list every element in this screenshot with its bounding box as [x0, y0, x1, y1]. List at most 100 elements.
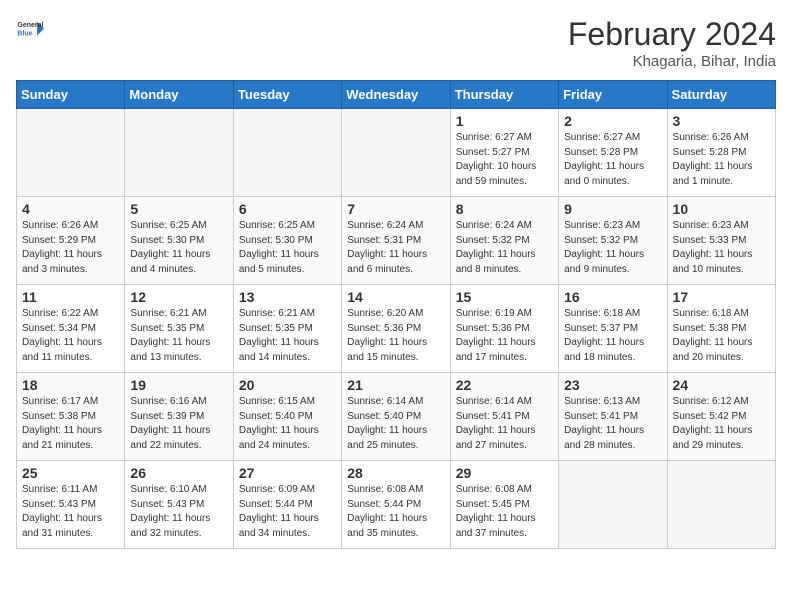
day-info: Sunrise: 6:17 AM Sunset: 5:38 PM Dayligh…	[22, 395, 119, 453]
day-info: Sunrise: 6:26 AM Sunset: 5:28 PM Dayligh…	[673, 131, 770, 189]
calendar-cell: 18 Sunrise: 6:17 AM Sunset: 5:38 PM Dayli…	[17, 373, 125, 461]
calendar-cell: 17 Sunrise: 6:18 AM Sunset: 5:38 PM Dayli…	[667, 285, 775, 373]
day-info: Sunrise: 6:18 AM Sunset: 5:38 PM Dayligh…	[673, 307, 770, 365]
day-number: 6	[239, 201, 336, 217]
day-number: 27	[239, 465, 336, 481]
day-number: 25	[22, 465, 119, 481]
calendar-cell	[342, 109, 450, 197]
calendar-cell: 22 Sunrise: 6:14 AM Sunset: 5:41 PM Dayli…	[450, 373, 558, 461]
logo: General Blue	[16, 16, 44, 44]
calendar-cell: 3 Sunrise: 6:26 AM Sunset: 5:28 PM Daylig…	[667, 109, 775, 197]
weekday-header-thursday: Thursday	[450, 81, 558, 109]
day-info: Sunrise: 6:20 AM Sunset: 5:36 PM Dayligh…	[347, 307, 444, 365]
day-info: Sunrise: 6:09 AM Sunset: 5:44 PM Dayligh…	[239, 483, 336, 541]
day-info: Sunrise: 6:11 AM Sunset: 5:43 PM Dayligh…	[22, 483, 119, 541]
calendar-cell: 8 Sunrise: 6:24 AM Sunset: 5:32 PM Daylig…	[450, 197, 558, 285]
calendar-cell: 25 Sunrise: 6:11 AM Sunset: 5:43 PM Dayli…	[17, 461, 125, 549]
svg-text:Blue: Blue	[17, 31, 32, 38]
location: Khagaria, Bihar, India	[568, 53, 776, 70]
calendar-cell: 19 Sunrise: 6:16 AM Sunset: 5:39 PM Dayli…	[125, 373, 233, 461]
day-info: Sunrise: 6:25 AM Sunset: 5:30 PM Dayligh…	[130, 219, 227, 277]
day-info: Sunrise: 6:14 AM Sunset: 5:41 PM Dayligh…	[456, 395, 553, 453]
day-info: Sunrise: 6:21 AM Sunset: 5:35 PM Dayligh…	[239, 307, 336, 365]
calendar-cell: 20 Sunrise: 6:15 AM Sunset: 5:40 PM Dayli…	[233, 373, 341, 461]
day-number: 7	[347, 201, 444, 217]
day-number: 18	[22, 377, 119, 393]
day-number: 1	[456, 113, 553, 129]
calendar-cell: 6Sunrise: 6:25 AM Sunset: 5:30 PM Daylig…	[233, 197, 341, 285]
day-number: 17	[673, 289, 770, 305]
calendar-cell: 15 Sunrise: 6:19 AM Sunset: 5:36 PM Dayli…	[450, 285, 558, 373]
calendar-cell: 28 Sunrise: 6:08 AM Sunset: 5:44 PM Dayli…	[342, 461, 450, 549]
day-info: Sunrise: 6:27 AM Sunset: 5:28 PM Dayligh…	[564, 131, 661, 189]
day-number: 21	[347, 377, 444, 393]
day-number: 19	[130, 377, 227, 393]
day-number: 29	[456, 465, 553, 481]
day-info: Sunrise: 6:23 AM Sunset: 5:33 PM Dayligh…	[673, 219, 770, 277]
calendar-week-5: 25 Sunrise: 6:11 AM Sunset: 5:43 PM Dayli…	[17, 461, 776, 549]
day-number: 2	[564, 113, 661, 129]
calendar-cell: 2 Sunrise: 6:27 AM Sunset: 5:28 PM Daylig…	[559, 109, 667, 197]
weekday-header-monday: Monday	[125, 81, 233, 109]
day-info: Sunrise: 6:24 AM Sunset: 5:32 PM Dayligh…	[456, 219, 553, 277]
day-number: 9	[564, 201, 661, 217]
day-info: Sunrise: 6:26 AM Sunset: 5:29 PM Dayligh…	[22, 219, 119, 277]
calendar-cell: 11 Sunrise: 6:22 AM Sunset: 5:34 PM Dayli…	[17, 285, 125, 373]
day-number: 11	[22, 289, 119, 305]
day-info: Sunrise: 6:21 AM Sunset: 5:35 PM Dayligh…	[130, 307, 227, 365]
calendar-cell	[233, 109, 341, 197]
day-number: 28	[347, 465, 444, 481]
calendar-cell: 16Sunrise: 6:18 AM Sunset: 5:37 PM Dayli…	[559, 285, 667, 373]
day-number: 5	[130, 201, 227, 217]
day-info: Sunrise: 6:12 AM Sunset: 5:42 PM Dayligh…	[673, 395, 770, 453]
calendar-cell	[17, 109, 125, 197]
day-info: Sunrise: 6:18 AM Sunset: 5:37 PM Dayligh…	[564, 307, 661, 365]
day-number: 15	[456, 289, 553, 305]
calendar-cell: 24 Sunrise: 6:12 AM Sunset: 5:42 PM Dayli…	[667, 373, 775, 461]
calendar-cell: 4Sunrise: 6:26 AM Sunset: 5:29 PM Daylig…	[17, 197, 125, 285]
calendar-cell: 13Sunrise: 6:21 AM Sunset: 5:35 PM Dayli…	[233, 285, 341, 373]
day-number: 12	[130, 289, 227, 305]
weekday-header-tuesday: Tuesday	[233, 81, 341, 109]
day-info: Sunrise: 6:16 AM Sunset: 5:39 PM Dayligh…	[130, 395, 227, 453]
month-year: February 2024	[568, 16, 776, 53]
day-number: 20	[239, 377, 336, 393]
day-info: Sunrise: 6:13 AM Sunset: 5:41 PM Dayligh…	[564, 395, 661, 453]
calendar-cell	[125, 109, 233, 197]
day-number: 14	[347, 289, 444, 305]
day-number: 8	[456, 201, 553, 217]
calendar-cell: 21 Sunrise: 6:14 AM Sunset: 5:40 PM Dayli…	[342, 373, 450, 461]
weekday-header-sunday: Sunday	[17, 81, 125, 109]
svg-text:General: General	[17, 22, 43, 29]
day-info: Sunrise: 6:22 AM Sunset: 5:34 PM Dayligh…	[22, 307, 119, 365]
calendar-cell: 27 Sunrise: 6:09 AM Sunset: 5:44 PM Dayli…	[233, 461, 341, 549]
day-info: Sunrise: 6:08 AM Sunset: 5:45 PM Dayligh…	[456, 483, 553, 541]
weekday-header-friday: Friday	[559, 81, 667, 109]
day-number: 26	[130, 465, 227, 481]
day-info: Sunrise: 6:19 AM Sunset: 5:36 PM Dayligh…	[456, 307, 553, 365]
calendar-week-1: 1 Sunrise: 6:27 AM Sunset: 5:27 PM Daylig…	[17, 109, 776, 197]
title-block: February 2024 Khagaria, Bihar, India	[568, 16, 776, 70]
calendar-cell: 29 Sunrise: 6:08 AM Sunset: 5:45 PM Dayli…	[450, 461, 558, 549]
day-number: 3	[673, 113, 770, 129]
day-number: 10	[673, 201, 770, 217]
day-info: Sunrise: 6:08 AM Sunset: 5:44 PM Dayligh…	[347, 483, 444, 541]
calendar-cell: 10 Sunrise: 6:23 AM Sunset: 5:33 PM Dayli…	[667, 197, 775, 285]
calendar-cell: 7 Sunrise: 6:24 AM Sunset: 5:31 PM Daylig…	[342, 197, 450, 285]
day-info: Sunrise: 6:15 AM Sunset: 5:40 PM Dayligh…	[239, 395, 336, 453]
logo-icon: General Blue	[16, 16, 44, 44]
day-info: Sunrise: 6:24 AM Sunset: 5:31 PM Dayligh…	[347, 219, 444, 277]
day-number: 22	[456, 377, 553, 393]
day-info: Sunrise: 6:14 AM Sunset: 5:40 PM Dayligh…	[347, 395, 444, 453]
calendar-cell	[667, 461, 775, 549]
day-info: Sunrise: 6:27 AM Sunset: 5:27 PM Dayligh…	[456, 131, 553, 189]
page-header: General Blue February 2024 Khagaria, Bih…	[16, 16, 776, 70]
day-info: Sunrise: 6:23 AM Sunset: 5:32 PM Dayligh…	[564, 219, 661, 277]
calendar-cell: 26Sunrise: 6:10 AM Sunset: 5:43 PM Dayli…	[125, 461, 233, 549]
calendar-cell: 9 Sunrise: 6:23 AM Sunset: 5:32 PM Daylig…	[559, 197, 667, 285]
calendar-cell: 5 Sunrise: 6:25 AM Sunset: 5:30 PM Daylig…	[125, 197, 233, 285]
day-number: 24	[673, 377, 770, 393]
calendar-week-4: 18 Sunrise: 6:17 AM Sunset: 5:38 PM Dayli…	[17, 373, 776, 461]
calendar-cell	[559, 461, 667, 549]
calendar-cell: 23Sunrise: 6:13 AM Sunset: 5:41 PM Dayli…	[559, 373, 667, 461]
